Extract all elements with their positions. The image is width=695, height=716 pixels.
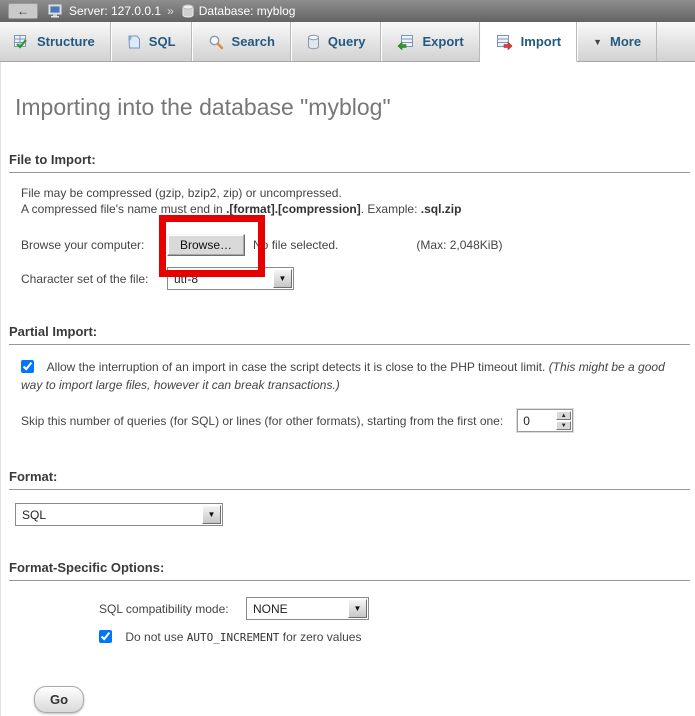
import-icon [496,34,513,50]
info-example: .sql.zip [421,202,462,216]
chevron-down-icon: ▼ [593,37,602,47]
sql-icon [127,34,141,50]
tab-more[interactable]: ▼ More [577,22,657,61]
page-title: Importing into the database "myblog" [9,62,690,121]
tab-label: Structure [37,34,95,49]
dropdown-arrow-icon: ▼ [348,599,367,618]
auto-increment-keyword: AUTO_INCREMENT [187,631,280,644]
sql-compatibility-row: SQL compatibility mode: NONE ▼ [99,597,690,620]
tab-search[interactable]: Search [192,22,291,61]
max-size-text: (Max: 2,048KiB) [416,238,502,252]
tab-bar: Structure SQL Search Query Export Import… [0,22,695,62]
dropdown-arrow-icon: ▼ [202,505,221,524]
tab-sql[interactable]: SQL [111,22,192,61]
section-heading-file-to-import: File to Import: [9,152,690,173]
tab-label: Import [521,34,561,49]
import-page: Importing into the database "myblog" Fil… [0,62,695,716]
tab-query[interactable]: Query [291,22,382,61]
info-line2-start: A compressed file's name must end in [21,202,226,216]
section-heading-partial-import: Partial Import: [9,324,690,345]
structure-icon [13,34,29,50]
format-selected-value: SQL [16,504,52,525]
skip-queries-stepper[interactable]: 0 ▲ ▼ [517,409,573,432]
browse-button[interactable]: Browse… [167,234,245,256]
charset-selected-value: utf-8 [168,268,204,289]
tab-import[interactable]: Import [480,22,577,62]
auto-increment-checkbox[interactable] [99,630,112,643]
charset-label: Character set of the file: [21,272,167,286]
breadcrumb-database-link[interactable]: Database: myblog [199,4,296,18]
skip-queries-value: 0 [518,410,555,431]
breadcrumb-server-link[interactable]: Server: 127.0.0.1 [69,4,161,18]
file-status-text: No file selected. [253,238,338,252]
sql-compatibility-label: SQL compatibility mode: [99,602,246,616]
tab-export[interactable]: Export [381,22,479,61]
auto-increment-row: Do not use AUTO_INCREMENT for zero value… [99,630,690,644]
charset-select[interactable]: utf-8 ▼ [167,267,294,290]
browse-row: Browse your computer: Browse… No file se… [21,234,690,256]
charset-row: Character set of the file: utf-8 ▼ [21,267,690,290]
allow-interruption-row: Allow the interruption of an import in c… [21,358,689,394]
format-select[interactable]: SQL ▼ [15,503,223,526]
section-heading-format-specific-options: Format-Specific Options: [9,560,690,581]
auto-increment-text-prefix: Do not use [125,630,186,644]
export-icon [397,34,414,50]
info-line1: File may be compressed (gzip, bzip2, zip… [21,186,342,200]
tab-label: Search [232,34,275,49]
go-button[interactable]: Go [34,686,84,713]
sql-compatibility-selected-value: NONE [247,598,294,619]
skip-queries-label: Skip this number of queries (for SQL) or… [21,414,503,428]
database-icon [182,4,194,18]
sql-compatibility-select[interactable]: NONE ▼ [246,597,369,620]
tab-label: Query [328,34,366,49]
skip-queries-row: Skip this number of queries (for SQL) or… [21,409,690,432]
auto-increment-text-suffix: for zero values [279,630,361,644]
dropdown-arrow-icon: ▼ [273,269,292,288]
stepper-down-button[interactable]: ▼ [556,421,571,430]
breadcrumb-separator: » [167,4,174,18]
allow-interruption-text: Allow the interruption of an import in c… [47,360,549,374]
tab-structure[interactable]: Structure [0,22,111,61]
back-arrow-icon: ← [17,5,29,17]
server-icon [48,4,64,18]
browse-label: Browse your computer: [21,238,167,252]
info-format-pattern: .[format].[compression] [226,202,361,216]
query-icon [307,34,320,50]
back-button[interactable]: ← [8,3,38,19]
breadcrumb-bar: ← Server: 127.0.0.1 » Database: myblog [0,0,695,22]
info-line2-mid: . Example: [361,202,421,216]
tab-label: SQL [149,34,176,49]
section-heading-format: Format: [9,469,690,490]
allow-interruption-checkbox[interactable] [21,360,34,373]
tab-label: More [610,34,641,49]
stepper-up-button[interactable]: ▲ [556,411,571,420]
tab-label: Export [422,34,463,49]
file-info-text: File may be compressed (gzip, bzip2, zip… [21,185,690,217]
search-icon [208,34,224,50]
